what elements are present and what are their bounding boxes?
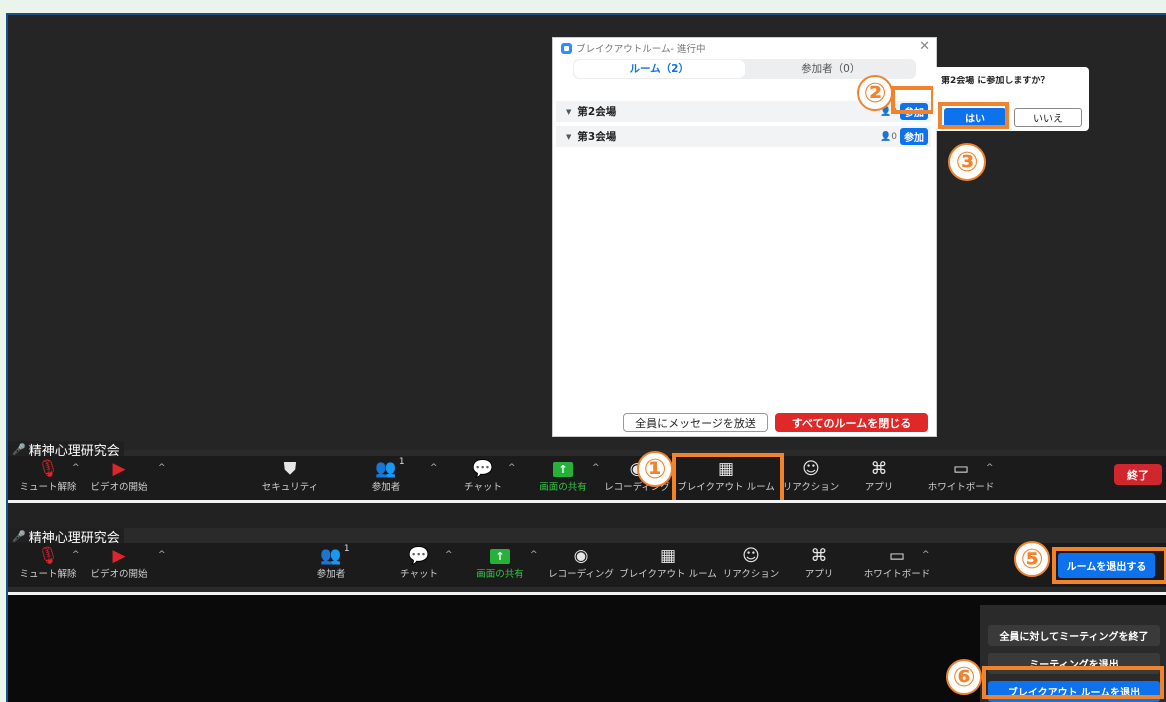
chevron-up-icon[interactable]: ^: [592, 463, 600, 473]
close-icon[interactable]: ✕: [919, 39, 930, 54]
muted-mic-icon: 🎤: [12, 443, 26, 456]
step-highlight: [938, 102, 1009, 129]
participants-button[interactable]: 👥 1 参加者: [363, 456, 409, 500]
meeting-toolbar-bottom: 🎙 ミュート解除 ^ ▶ ビデオの開始 ^ 👥 1 参加者 💬 チャット ^ ↑ …: [8, 543, 1166, 587]
expand-icon[interactable]: ▼: [566, 108, 571, 116]
expand-icon[interactable]: ▼: [566, 133, 571, 141]
video-off-icon: ▶: [112, 459, 126, 479]
share-screen-icon: ↑: [553, 456, 573, 482]
whiteboard-button[interactable]: ▭ ホワイトボード: [928, 456, 995, 500]
room-row[interactable]: ▼ 第3会場 👤0 参加: [556, 126, 931, 147]
mid-strip: [8, 503, 1166, 528]
smile-icon: ☺: [802, 459, 820, 479]
end-meeting-for-all-button[interactable]: 全員に対してミーティングを終了: [988, 625, 1160, 646]
confirm-message: 第2会場 に参加しますか？: [941, 76, 1050, 86]
chevron-up-icon[interactable]: ^: [158, 463, 166, 473]
breakout-rooms-button[interactable]: ▦ ブレイクアウト ルーム: [619, 543, 717, 587]
step-highlight: [982, 666, 1164, 699]
room-name: 第2会場: [577, 106, 617, 118]
start-video-button[interactable]: ▶ ビデオの開始: [88, 543, 150, 587]
step-1-marker: ①: [637, 451, 673, 487]
unmute-button[interactable]: 🎙 ミュート解除: [18, 543, 78, 587]
room-name: 第3会場: [577, 131, 617, 143]
share-screen-button[interactable]: ↑ 画面の共有: [470, 543, 530, 587]
dialog-title: ブレイクアウトルーム- 進行中: [576, 44, 706, 55]
whiteboard-icon: ▭: [952, 459, 970, 479]
participants-icon: 👥 1: [320, 544, 350, 566]
share-screen-button[interactable]: ↑ 画面の共有: [533, 456, 593, 500]
end-meeting-button[interactable]: 終了: [1114, 464, 1162, 485]
mic-off-icon: 🎙: [37, 546, 59, 566]
mic-off-icon: 🎙: [37, 459, 59, 479]
smile-icon: ☺: [742, 546, 760, 566]
zoom-logo-icon: [561, 42, 572, 54]
step-2-marker: ②: [857, 75, 893, 111]
tab-rooms[interactable]: ルーム（2）: [574, 60, 745, 78]
apps-button[interactable]: ⌘ アプリ: [864, 456, 894, 500]
share-screen-icon: ↑: [490, 543, 510, 569]
join-room-button[interactable]: 参加: [900, 128, 928, 145]
step-6-marker: ⑥: [946, 659, 982, 695]
chevron-up-icon[interactable]: ^: [530, 550, 538, 560]
whiteboard-button[interactable]: ▭ ホワイトボード: [864, 543, 931, 587]
confirm-no-button[interactable]: いいえ: [1014, 108, 1082, 127]
tab-participants[interactable]: 参加者（0）: [746, 59, 917, 79]
step-5-marker: ⑤: [1014, 541, 1050, 577]
apps-button[interactable]: ⌘ アプリ: [804, 543, 834, 587]
security-button[interactable]: ⛊ セキュリティ: [260, 456, 320, 500]
chevron-up-icon[interactable]: ^: [986, 463, 994, 473]
apps-icon: ⌘: [810, 546, 828, 566]
chevron-up-icon[interactable]: ^: [508, 463, 516, 473]
chevron-up-icon[interactable]: ^: [158, 550, 166, 560]
chevron-up-icon[interactable]: ^: [72, 550, 80, 560]
close-all-rooms-button[interactable]: すべてのルームを閉じる: [775, 413, 928, 432]
record-button[interactable]: ◉ レコーディング: [544, 543, 618, 587]
reaction-button[interactable]: ☺ リアクション: [723, 543, 780, 587]
meeting-window: ブレイクアウトルーム- 進行中 ✕ ルーム（2） 参加者（0） ▼ 第2会場 👤…: [6, 13, 1166, 702]
dialog-title-bar: ブレイクアウトルーム- 進行中: [561, 41, 705, 55]
step-highlight: [891, 86, 935, 114]
chat-icon: 💬: [408, 546, 430, 566]
reaction-button[interactable]: ☺ リアクション: [783, 456, 840, 500]
step-3-marker: ③: [948, 143, 986, 181]
room-count: 👤0: [880, 131, 897, 142]
shield-icon: ⛊: [283, 459, 297, 479]
chat-button[interactable]: 💬 チャット: [460, 456, 506, 500]
video-off-icon: ▶: [112, 546, 126, 566]
muted-mic-icon: 🎤: [12, 530, 26, 543]
chevron-up-icon[interactable]: ^: [72, 463, 80, 473]
meeting-toolbar-top: 🎙 ミュート解除 ^ ▶ ビデオの開始 ^ ⛊ セキュリティ 👥 1 参加者 ^ …: [8, 456, 1166, 500]
chevron-up-icon[interactable]: ^: [922, 550, 930, 560]
participants-button[interactable]: 👥 1 参加者: [308, 543, 354, 587]
whiteboard-icon: ▭: [888, 546, 906, 566]
start-video-button[interactable]: ▶ ビデオの開始: [88, 456, 150, 500]
unmute-button[interactable]: 🎙 ミュート解除: [18, 456, 78, 500]
record-icon: ◉: [573, 546, 589, 566]
apps-icon: ⌘: [870, 459, 888, 479]
participants-icon: 👥 1: [375, 457, 405, 479]
rooms-tabs: ルーム（2） 参加者（0）: [573, 59, 916, 79]
broadcast-button[interactable]: 全員にメッセージを放送: [623, 413, 768, 432]
grid-icon: ▦: [659, 546, 677, 566]
chat-button[interactable]: 💬 チャット: [396, 543, 442, 587]
chevron-up-icon[interactable]: ^: [430, 463, 438, 473]
chevron-up-icon[interactable]: ^: [445, 550, 453, 560]
step-highlight: [1052, 547, 1166, 584]
step-highlight: [672, 453, 784, 504]
chat-icon: 💬: [472, 459, 494, 479]
